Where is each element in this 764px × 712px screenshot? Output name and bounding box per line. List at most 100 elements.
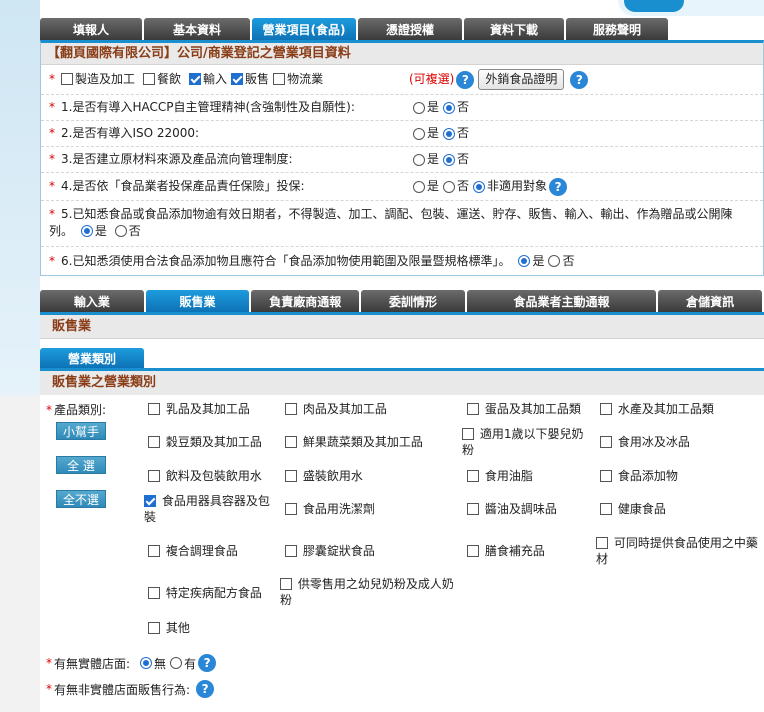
product-label: 食品用洗潔劑 bbox=[302, 502, 375, 516]
product-capsules[interactable]: 膠囊錠狀食品 bbox=[285, 543, 375, 559]
product-vegetables[interactable]: 鮮果蔬菜類及其加工品 bbox=[285, 434, 423, 450]
radio-no[interactable] bbox=[114, 225, 127, 237]
product-infant-formula[interactable]: 適用1歲以下嬰兒奶粉 bbox=[462, 426, 592, 458]
radio-no[interactable] bbox=[548, 255, 561, 267]
checkbox-box[interactable] bbox=[148, 545, 160, 557]
checkbox-retail[interactable]: 販售 bbox=[231, 71, 269, 88]
checkbox-box[interactable] bbox=[189, 73, 202, 85]
checkbox-box[interactable] bbox=[148, 587, 160, 599]
help-icon[interactable]: ? bbox=[570, 70, 589, 89]
radio-no[interactable] bbox=[443, 101, 456, 114]
help-icon[interactable]: ? bbox=[549, 177, 568, 196]
checkbox-catering[interactable]: 餐飲 bbox=[143, 71, 181, 88]
radio-yes[interactable] bbox=[413, 153, 425, 166]
tab-data-download[interactable]: 資料下載 bbox=[464, 18, 564, 40]
product-herbal[interactable]: 可同時提供食品使用之中藥材 bbox=[596, 535, 760, 567]
tab-business-items[interactable]: 營業項目(食品) bbox=[252, 18, 356, 40]
radio-none[interactable] bbox=[140, 657, 153, 669]
checkbox-box[interactable] bbox=[273, 73, 286, 85]
product-label: 盛裝飲用水 bbox=[302, 469, 363, 483]
radio-no[interactable] bbox=[443, 127, 456, 140]
tab-service-statement[interactable]: 服務聲明 bbox=[566, 18, 668, 40]
deselect-all-button[interactable]: 全不選 bbox=[56, 490, 106, 508]
select-all-button[interactable]: 全 選 bbox=[56, 456, 106, 474]
checkbox-box[interactable] bbox=[280, 578, 292, 590]
tab-certificate-auth[interactable]: 憑證授權 bbox=[358, 18, 462, 40]
radio-yes[interactable] bbox=[413, 101, 425, 114]
export-food-certificate-button[interactable]: 外銷食品證明 bbox=[478, 69, 565, 90]
helper-button[interactable]: 小幫手 bbox=[56, 422, 106, 440]
checkbox-box[interactable] bbox=[148, 470, 160, 482]
product-grains[interactable]: 穀豆類及其加工品 bbox=[148, 434, 262, 450]
question-text: 4.是否依「食品業者投保產品責任保險」投保: bbox=[61, 179, 305, 193]
help-icon[interactable]: ? bbox=[198, 654, 217, 672]
subtab-retail[interactable]: 販售業 bbox=[145, 290, 250, 312]
product-beverages[interactable]: 飲料及包裝飲用水 bbox=[148, 468, 262, 484]
product-seafood[interactable]: 水產及其加工品類 bbox=[600, 401, 714, 417]
product-supplements[interactable]: 膳食補充品 bbox=[467, 543, 545, 559]
product-dairy[interactable]: 乳品及其加工品 bbox=[148, 401, 250, 417]
subtab-voluntary-report[interactable]: 食品業者主動通報 bbox=[466, 290, 657, 312]
checkbox-box[interactable] bbox=[285, 403, 297, 415]
product-other[interactable]: 其他 bbox=[148, 620, 190, 636]
product-containers[interactable]: 食品用器具容器及包裝 bbox=[144, 493, 270, 525]
help-icon[interactable]: ? bbox=[456, 70, 475, 89]
product-bottled-water[interactable]: 盛裝飲用水 bbox=[285, 468, 363, 484]
checkbox-box[interactable] bbox=[148, 436, 160, 448]
checkbox-box[interactable] bbox=[61, 73, 73, 85]
product-egg[interactable]: 蛋品及其加工品類 bbox=[467, 401, 581, 417]
subtab-warehouse[interactable]: 倉儲資訊 bbox=[658, 290, 762, 312]
category-tab[interactable]: 營業類別 bbox=[40, 348, 144, 368]
subtab-training[interactable]: 委訓情形 bbox=[361, 290, 465, 312]
checkbox-box[interactable] bbox=[231, 73, 244, 85]
checkbox-box[interactable] bbox=[144, 495, 156, 507]
checkbox-box[interactable] bbox=[148, 403, 160, 415]
radio-not-applicable[interactable] bbox=[473, 180, 486, 193]
checkbox-box[interactable] bbox=[600, 470, 612, 482]
checkbox-box[interactable] bbox=[600, 403, 612, 415]
product-meat[interactable]: 肉品及其加工品 bbox=[285, 401, 387, 417]
radio-group: 是 否 非適用對象 ? bbox=[413, 177, 568, 196]
checkbox-box[interactable] bbox=[462, 428, 474, 440]
checkbox-box[interactable] bbox=[467, 470, 479, 482]
checkbox-box[interactable] bbox=[467, 545, 479, 557]
product-edible-oil[interactable]: 食用油脂 bbox=[467, 468, 533, 484]
product-health-food[interactable]: 健康食品 bbox=[600, 501, 666, 517]
checkbox-box[interactable] bbox=[467, 403, 479, 415]
product-special-medical[interactable]: 特定疾病配方食品 bbox=[148, 585, 262, 601]
tab-filler[interactable]: 填報人 bbox=[40, 18, 142, 40]
checkbox-box[interactable] bbox=[467, 503, 479, 515]
help-icon[interactable]: ? bbox=[196, 680, 215, 698]
checkbox-logistics[interactable]: 物流業 bbox=[273, 71, 323, 88]
checkbox-box[interactable] bbox=[600, 503, 612, 515]
checkbox-box[interactable] bbox=[600, 436, 612, 448]
radio-yes[interactable] bbox=[413, 127, 425, 140]
radio-yes[interactable] bbox=[413, 180, 425, 193]
checkbox-box[interactable] bbox=[596, 537, 608, 549]
radio-no[interactable] bbox=[443, 180, 456, 193]
checkbox-box[interactable] bbox=[285, 545, 297, 557]
checkbox-import[interactable]: 輸入 bbox=[189, 71, 227, 88]
subtab-vendor-report[interactable]: 負責廠商通報 bbox=[251, 290, 360, 312]
product-detergent[interactable]: 食品用洗潔劑 bbox=[285, 501, 375, 517]
checkbox-box[interactable] bbox=[143, 73, 156, 85]
product-prepared-food[interactable]: 複合調理食品 bbox=[148, 543, 238, 559]
checkbox-box[interactable] bbox=[285, 470, 297, 482]
radio-has[interactable] bbox=[170, 657, 183, 669]
product-label: 供零售用之幼兒奶粉及成人奶粉 bbox=[280, 577, 454, 607]
product-retail-formula[interactable]: 供零售用之幼兒奶粉及成人奶粉 bbox=[280, 576, 458, 608]
radio-yes[interactable] bbox=[80, 225, 93, 237]
product-ice[interactable]: 食用冰及冰品 bbox=[600, 434, 690, 450]
product-soy-sauce[interactable]: 醬油及調味品 bbox=[467, 501, 557, 517]
product-additives[interactable]: 食品添加物 bbox=[600, 468, 678, 484]
panel-title: 【翻頁國際有限公司】公司/商業登記之營業項目資料 bbox=[41, 43, 763, 65]
radio-yes[interactable] bbox=[518, 255, 531, 267]
radio-no[interactable] bbox=[443, 153, 456, 166]
checkbox-box[interactable] bbox=[285, 503, 297, 515]
checkbox-manufacturing[interactable]: 製造及加工 bbox=[61, 71, 135, 88]
subtab-import[interactable]: 輸入業 bbox=[40, 290, 144, 312]
checkbox-box[interactable] bbox=[285, 436, 297, 448]
checkbox-box[interactable] bbox=[148, 622, 160, 634]
tab-basic-info[interactable]: 基本資料 bbox=[144, 18, 250, 40]
checkbox-label: 輸入 bbox=[203, 72, 228, 86]
